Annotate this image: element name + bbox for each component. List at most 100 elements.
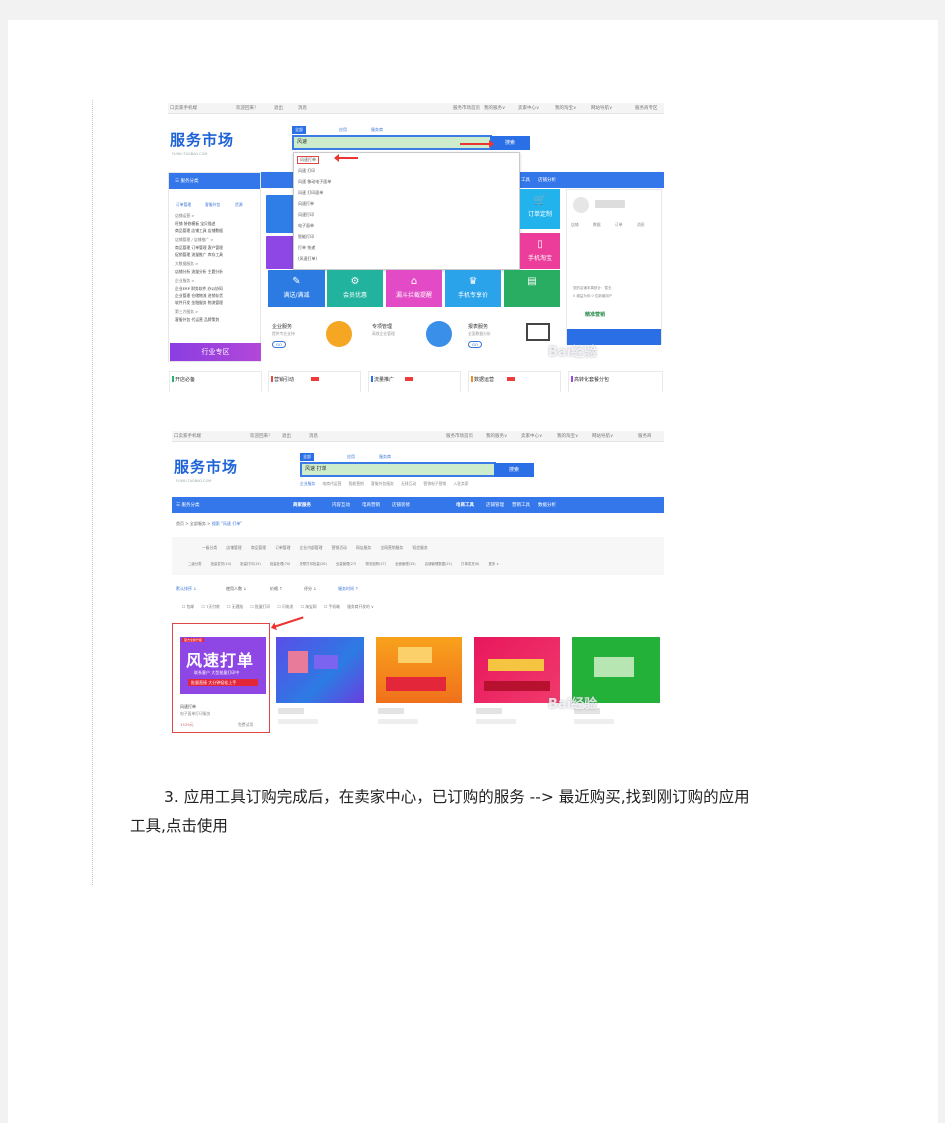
product-card[interactable]	[572, 637, 660, 737]
topbar-item[interactable]: 服务商专区	[635, 105, 658, 111]
nav-item[interactable]: 电商营销	[362, 502, 380, 508]
sidebar-row[interactable]: 软件开发 金融服务 物流管理	[175, 300, 223, 306]
sort-option[interactable]: 服务时间 ↑	[338, 586, 359, 592]
feature-tile[interactable]: ♛ 手机专享价	[445, 270, 501, 307]
sidebar-shortcut[interactable]: 订单管理	[176, 202, 191, 208]
search-button[interactable]: 搜索	[494, 463, 534, 477]
feature-tile-order-custom[interactable]: 🛒 订单定制	[520, 189, 560, 229]
topbar-item[interactable]: 我的淘宝∨	[557, 433, 578, 439]
suggestion-item[interactable]: 打单 快递	[298, 245, 315, 251]
suggest-link[interactable]: 电商代运营	[322, 481, 341, 486]
suggestion-item[interactable]: 风速 移动电子面单	[298, 179, 331, 185]
sidebar-row[interactable]: 店铺运营 >	[175, 213, 195, 219]
suggestion-item[interactable]: (风速打单)	[298, 256, 317, 262]
topbar-item[interactable]: 我的服务∨	[484, 105, 505, 111]
topbar-item[interactable]: 服务市场首页	[453, 105, 480, 111]
sidebar-row[interactable]: 第三方服务 >	[175, 309, 198, 315]
filter-option[interactable]: 批量处理(70)	[270, 562, 291, 566]
user-stat[interactable]: 店铺	[571, 222, 579, 228]
suggest-link[interactable]: 营销电子营销	[423, 481, 446, 486]
topbar-item[interactable]: 口卖家手机端	[170, 105, 197, 111]
suggest-link[interactable]: 企业服务	[300, 481, 315, 486]
filter-option[interactable]: 全网营销服务	[380, 545, 403, 550]
product-title[interactable]: 风速打单	[180, 704, 196, 710]
sidebar-row[interactable]: 店铺分析 流量分析 主题分析	[175, 269, 223, 275]
sidebar-row[interactable]: 企业服务 >	[175, 278, 195, 284]
search-tab-all[interactable]: 全部	[300, 453, 314, 461]
filter-option[interactable]: 物流追踪(27)	[365, 562, 386, 566]
topbar-item[interactable]: 退出	[282, 433, 291, 439]
suggestion-item[interactable]: 智能打印	[298, 234, 314, 240]
topbar-item[interactable]: 我的服务∨	[486, 433, 507, 439]
sidebar-row[interactable]: 商品管理 店铺工具 店铺数据	[175, 228, 223, 234]
filter-option[interactable]: 全量管理(27)	[336, 562, 357, 566]
feature-tile[interactable]: ⌂ 漏斗拦截提醒	[386, 270, 442, 307]
suggest-link[interactable]: 客服外包服务	[371, 481, 394, 486]
filter-option[interactable]: 关联打印批量(26)	[299, 562, 326, 566]
filter-option[interactable]: 全面管理(33)	[395, 562, 416, 566]
checkbox-filter[interactable]: ☐ 闪电发	[277, 604, 293, 609]
search-tab-apps[interactable]: 应用	[344, 453, 358, 461]
filter-option[interactable]: 打单发货(8)	[461, 562, 479, 566]
topbar-item[interactable]: 退出	[274, 105, 283, 111]
sidebar-row[interactable]: 促销管理 流量推广 库存工具	[175, 252, 223, 258]
nav-item[interactable]: 商家服务	[293, 502, 311, 508]
topbar-item[interactable]: 服务市场首页	[446, 433, 473, 439]
checkbox-filter[interactable]: 服务商开发的 ∨	[347, 604, 374, 609]
filter-option[interactable]: 批量发货(10)	[211, 562, 232, 566]
sidebar-row[interactable]: 旺铺 装修模板 宝贝描述	[175, 221, 215, 227]
suggestion-item[interactable]: 风速打单	[298, 201, 314, 207]
filter-option[interactable]: 订单管理	[275, 545, 290, 550]
product-card[interactable]	[376, 637, 462, 737]
nav-item[interactable]: 营销工具	[512, 502, 530, 508]
nav-item[interactable]: 店铺管理	[486, 502, 504, 508]
category-card[interactable]: 高转化套餐分包	[568, 371, 663, 392]
suggestion-item[interactable]: 风速 打印面单	[298, 190, 323, 196]
site-logo[interactable]: 服务市场	[174, 456, 238, 477]
nav-item[interactable]: 工具	[521, 177, 530, 183]
sidebar-row[interactable]: 企业管理 仓储物流 进销存货	[175, 293, 223, 299]
filter-more[interactable]: 更多 ∨	[489, 562, 499, 566]
feature-tile[interactable]: ⚙ 会员优惠	[327, 270, 383, 307]
topbar-item[interactable]: 网站导航∨	[592, 433, 613, 439]
sidebar-row[interactable]: 企业ERP 财务软件 办公协同	[175, 286, 223, 292]
checkbox-filter[interactable]: ☐ 7天付款	[201, 604, 219, 609]
sidebar-row[interactable]: 店铺管理 / 店铺推广 >	[175, 237, 213, 243]
filter-option[interactable]: 店铺管理	[226, 545, 241, 550]
topbar-item[interactable]: 网站导航∨	[591, 105, 612, 111]
filter-option[interactable]: 批量打印(15)	[240, 562, 261, 566]
sidebar-row[interactable]: 大数据服务 >	[175, 261, 198, 267]
product-card[interactable]	[474, 637, 560, 737]
search-tab-apps[interactable]: 应用	[336, 126, 350, 134]
suggestion-item[interactable]: 风速打印	[298, 212, 314, 218]
service-go-button[interactable]: GO	[272, 341, 286, 348]
suggest-link[interactable]: 智能营销	[349, 481, 364, 486]
suggestion-item[interactable]: 风速打单	[297, 156, 319, 164]
nav-item[interactable]: 内容互动	[332, 502, 350, 508]
nav-item[interactable]: 数据分析	[538, 502, 556, 508]
suggest-link[interactable]: 无线互动	[401, 481, 416, 486]
product-card[interactable]	[276, 637, 364, 737]
service-go-button[interactable]: GO	[468, 341, 482, 348]
sidebar-row[interactable]: 客服外包 代运营 品牌策划	[175, 317, 219, 323]
checkbox-filter[interactable]: ☐ 无理赔	[227, 604, 243, 609]
feature-tile-mobile[interactable]: ▯ 手机淘宝	[520, 233, 560, 269]
user-stat[interactable]: 数据	[593, 222, 601, 228]
sort-option[interactable]: 默认排序 ↓	[176, 586, 197, 592]
category-card[interactable]: 数据运营	[468, 371, 561, 392]
topbar-item[interactable]: 消息	[298, 105, 307, 111]
category-card[interactable]: 流量推广	[368, 371, 461, 392]
industry-zone-banner[interactable]: 行业专区	[170, 343, 261, 361]
sort-option[interactable]: 价格 ↑	[270, 586, 283, 592]
checkbox-filter[interactable]: ☐ 手机端	[324, 604, 340, 609]
category-card[interactable]: 开店必备	[169, 371, 262, 392]
feature-tile[interactable]: ▤	[504, 270, 560, 307]
sort-option[interactable]: 使用人数 ↓	[226, 586, 247, 592]
checkbox-filter[interactable]: ☐ 批量打印	[250, 604, 270, 609]
nav-item[interactable]: 电商工具	[456, 502, 474, 508]
user-avatar[interactable]	[573, 197, 589, 213]
topbar-item[interactable]: 卖家中心∨	[518, 105, 539, 111]
sidebar-shortcut[interactable]: 货源	[235, 202, 243, 208]
search-input[interactable]: 风速 打单	[300, 462, 496, 477]
nav-item[interactable]: 店铺装修	[392, 502, 410, 508]
